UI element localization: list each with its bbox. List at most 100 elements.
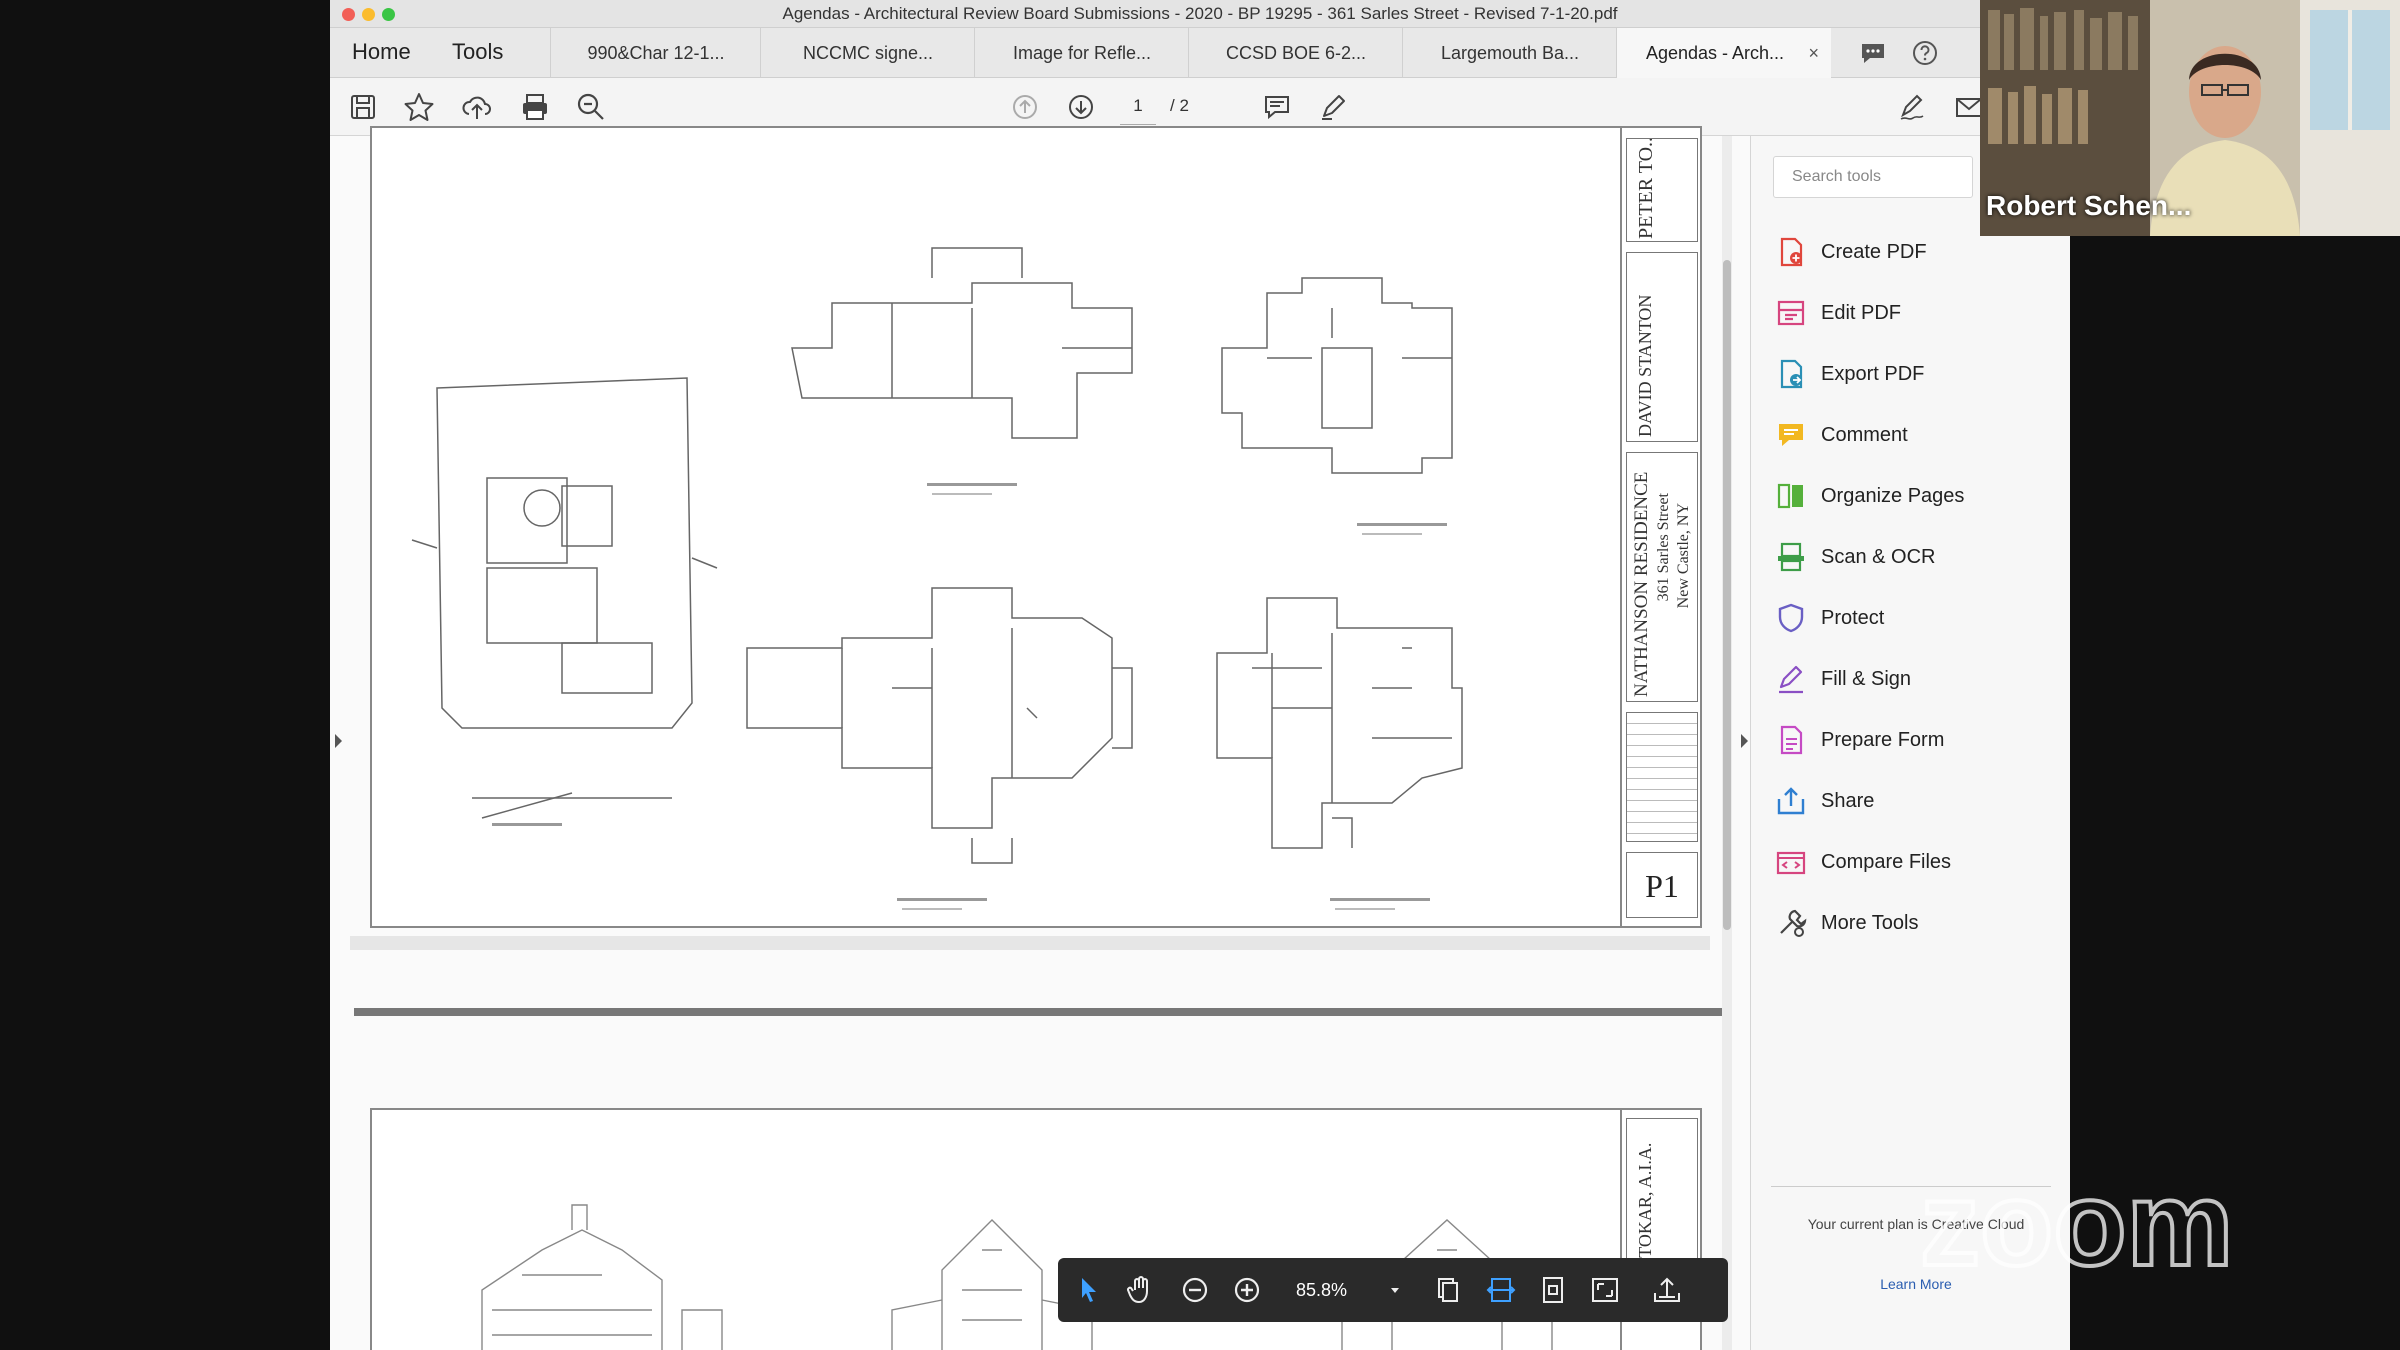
next-page-icon[interactable] bbox=[1064, 90, 1098, 124]
project-block: NATHANSON RESIDENCE 361 Sarles Street Ne… bbox=[1626, 452, 1698, 702]
tool-organize-pages[interactable]: Organize Pages bbox=[1769, 474, 2049, 518]
floating-page-toolbar: 85.8% bbox=[1058, 1258, 1728, 1322]
sign-icon[interactable] bbox=[1896, 90, 1930, 124]
project-name: NATHANSON RESIDENCE bbox=[1631, 471, 1652, 697]
designer-name: DAVID STANTON bbox=[1635, 294, 1655, 437]
participant-video: Robert Schen... bbox=[1980, 0, 2400, 236]
organize-pages-icon bbox=[1777, 483, 1803, 509]
fill-sign-icon bbox=[1779, 665, 1803, 694]
help-icon[interactable] bbox=[1908, 36, 1942, 70]
share-upload-icon[interactable] bbox=[1650, 1273, 1684, 1307]
left-panel-toggle-icon[interactable] bbox=[330, 726, 346, 756]
chat-icon[interactable] bbox=[1856, 36, 1890, 70]
upload-cloud-icon[interactable] bbox=[460, 90, 494, 124]
document-tab-label: CCSD BOE 6-2... bbox=[1225, 43, 1367, 63]
zoom-out-icon[interactable] bbox=[574, 90, 608, 124]
tool-label: Export PDF bbox=[1821, 363, 1925, 385]
tool-fill-sign[interactable]: Fill & Sign bbox=[1769, 657, 2049, 701]
comment-icon bbox=[1779, 424, 1803, 446]
title-block: PETER TO... DAVID STANTON NATHANSON RESI… bbox=[1620, 128, 1700, 926]
drawing-sheet-p1: PETER TO... DAVID STANTON NATHANSON RESI… bbox=[370, 126, 1702, 928]
document-tab-label: NCCMC signe... bbox=[802, 43, 934, 63]
tool-label: Create PDF bbox=[1821, 241, 1927, 263]
fit-width-icon[interactable] bbox=[1484, 1273, 1518, 1307]
zoom-out-circle-icon[interactable] bbox=[1178, 1273, 1212, 1307]
floor-plan-drawings bbox=[411, 247, 1463, 910]
document-tab-active[interactable]: Agendas - Arch... × bbox=[1616, 28, 1831, 78]
tool-export-pdf[interactable]: Export PDF bbox=[1769, 352, 2049, 396]
tool-share[interactable]: Share bbox=[1769, 779, 2049, 823]
tool-protect[interactable]: Protect bbox=[1769, 596, 2049, 640]
document-tab[interactable]: Image for Refle... bbox=[974, 28, 1189, 78]
participant-name: Robert Schen... bbox=[1986, 190, 2192, 221]
tool-label: Organize Pages bbox=[1821, 485, 1965, 507]
search-tools-input[interactable]: Search tools bbox=[1773, 156, 1973, 198]
title-bar: Agendas - Architectural Review Board Sub… bbox=[330, 0, 2070, 28]
tool-label: Fill & Sign bbox=[1821, 668, 1912, 690]
tool-label: Prepare Form bbox=[1821, 729, 1945, 751]
fit-page-icon[interactable] bbox=[1536, 1273, 1570, 1307]
document-tab-label: Agendas - Arch... bbox=[1645, 43, 1785, 63]
acrobat-window: Agendas - Architectural Review Board Sub… bbox=[330, 0, 2070, 1350]
tool-scan-ocr[interactable]: Scan & OCR bbox=[1769, 535, 2049, 579]
previous-page-icon[interactable] bbox=[1008, 90, 1042, 124]
tool-label: Comment bbox=[1821, 424, 1908, 446]
tool-label: Scan & OCR bbox=[1821, 546, 1936, 568]
zoom-level-value[interactable]: 85.8% bbox=[1296, 1258, 1347, 1322]
tool-label: Edit PDF bbox=[1821, 302, 1902, 324]
tool-create-pdf[interactable]: Create PDF bbox=[1769, 230, 2049, 274]
page-total: / 2 bbox=[1170, 96, 1189, 115]
document-tab-label: Image for Refle... bbox=[1012, 43, 1152, 63]
zoom-in-circle-icon[interactable] bbox=[1230, 1273, 1264, 1307]
highlight-pen-icon[interactable] bbox=[1316, 90, 1350, 124]
document-tab[interactable]: Largemouth Ba... bbox=[1402, 28, 1617, 78]
more-tools-icon bbox=[1780, 909, 1807, 937]
document-tab-label: 990&Char 12-1... bbox=[587, 43, 725, 63]
document-tab[interactable]: CCSD BOE 6-2... bbox=[1188, 28, 1403, 78]
compare-files-icon bbox=[1776, 851, 1806, 875]
scrollbar-thumb[interactable] bbox=[1723, 260, 1731, 930]
page-separator bbox=[354, 1008, 1724, 1016]
sheet-number: P1 bbox=[1626, 852, 1698, 918]
svg-text:zoom: zoom bbox=[1920, 1165, 2233, 1285]
create-pdf-icon bbox=[1780, 237, 1803, 267]
page-number-input[interactable]: 1 bbox=[1120, 88, 1156, 125]
document-view[interactable]: PETER TO... DAVID STANTON NATHANSON RESI… bbox=[330, 126, 1750, 1350]
prepare-form-icon bbox=[1780, 725, 1803, 755]
close-tab-icon[interactable]: × bbox=[1808, 28, 1819, 78]
right-panel-toggle-icon[interactable] bbox=[1738, 726, 1750, 756]
project-address-street: 361 Sarles Street bbox=[1655, 493, 1672, 602]
page-display-icon[interactable] bbox=[1430, 1273, 1464, 1307]
architect-stamp: PETER TO... bbox=[1626, 138, 1698, 242]
document-tab-label: Largemouth Ba... bbox=[1440, 43, 1580, 63]
tool-comment[interactable]: Comment bbox=[1769, 413, 2049, 457]
full-screen-icon[interactable] bbox=[1588, 1273, 1622, 1307]
save-icon[interactable] bbox=[346, 90, 380, 124]
scan-ocr-icon bbox=[1778, 542, 1804, 572]
zoom-dropdown-icon[interactable] bbox=[1378, 1273, 1412, 1307]
export-pdf-icon bbox=[1780, 359, 1803, 389]
hand-tool-icon[interactable] bbox=[1124, 1273, 1158, 1307]
tools-tab[interactable]: Tools bbox=[452, 28, 503, 78]
print-icon[interactable] bbox=[518, 90, 552, 124]
architect-name: PETER TO... bbox=[1635, 138, 1657, 239]
select-cursor-icon[interactable] bbox=[1072, 1273, 1106, 1307]
tool-edit-pdf[interactable]: Edit PDF bbox=[1769, 291, 2049, 335]
revision-table bbox=[1626, 712, 1698, 842]
document-tab[interactable]: 990&Char 12-1... bbox=[550, 28, 761, 78]
tool-more-tools[interactable]: More Tools bbox=[1769, 901, 2049, 945]
share-icon bbox=[1777, 787, 1805, 815]
window-title: Agendas - Architectural Review Board Sub… bbox=[782, 4, 1618, 23]
project-address-city: New Castle, NY bbox=[1675, 503, 1692, 609]
document-tab[interactable]: NCCMC signe... bbox=[760, 28, 975, 78]
home-tab[interactable]: Home bbox=[352, 28, 411, 78]
tool-compare-files[interactable]: Compare Files bbox=[1769, 840, 2049, 884]
page-shadow bbox=[350, 936, 1710, 950]
comment-tool-icon[interactable] bbox=[1260, 90, 1294, 124]
tool-label: Share bbox=[1821, 790, 1875, 812]
tool-label: More Tools bbox=[1821, 912, 1919, 934]
tool-label: Compare Files bbox=[1821, 851, 1952, 873]
tab-bar: Home Tools 990&Char 12-1... NCCMC signe.… bbox=[330, 28, 2070, 78]
tool-prepare-form[interactable]: Prepare Form bbox=[1769, 718, 2049, 762]
bookmark-star-icon[interactable] bbox=[402, 90, 436, 124]
